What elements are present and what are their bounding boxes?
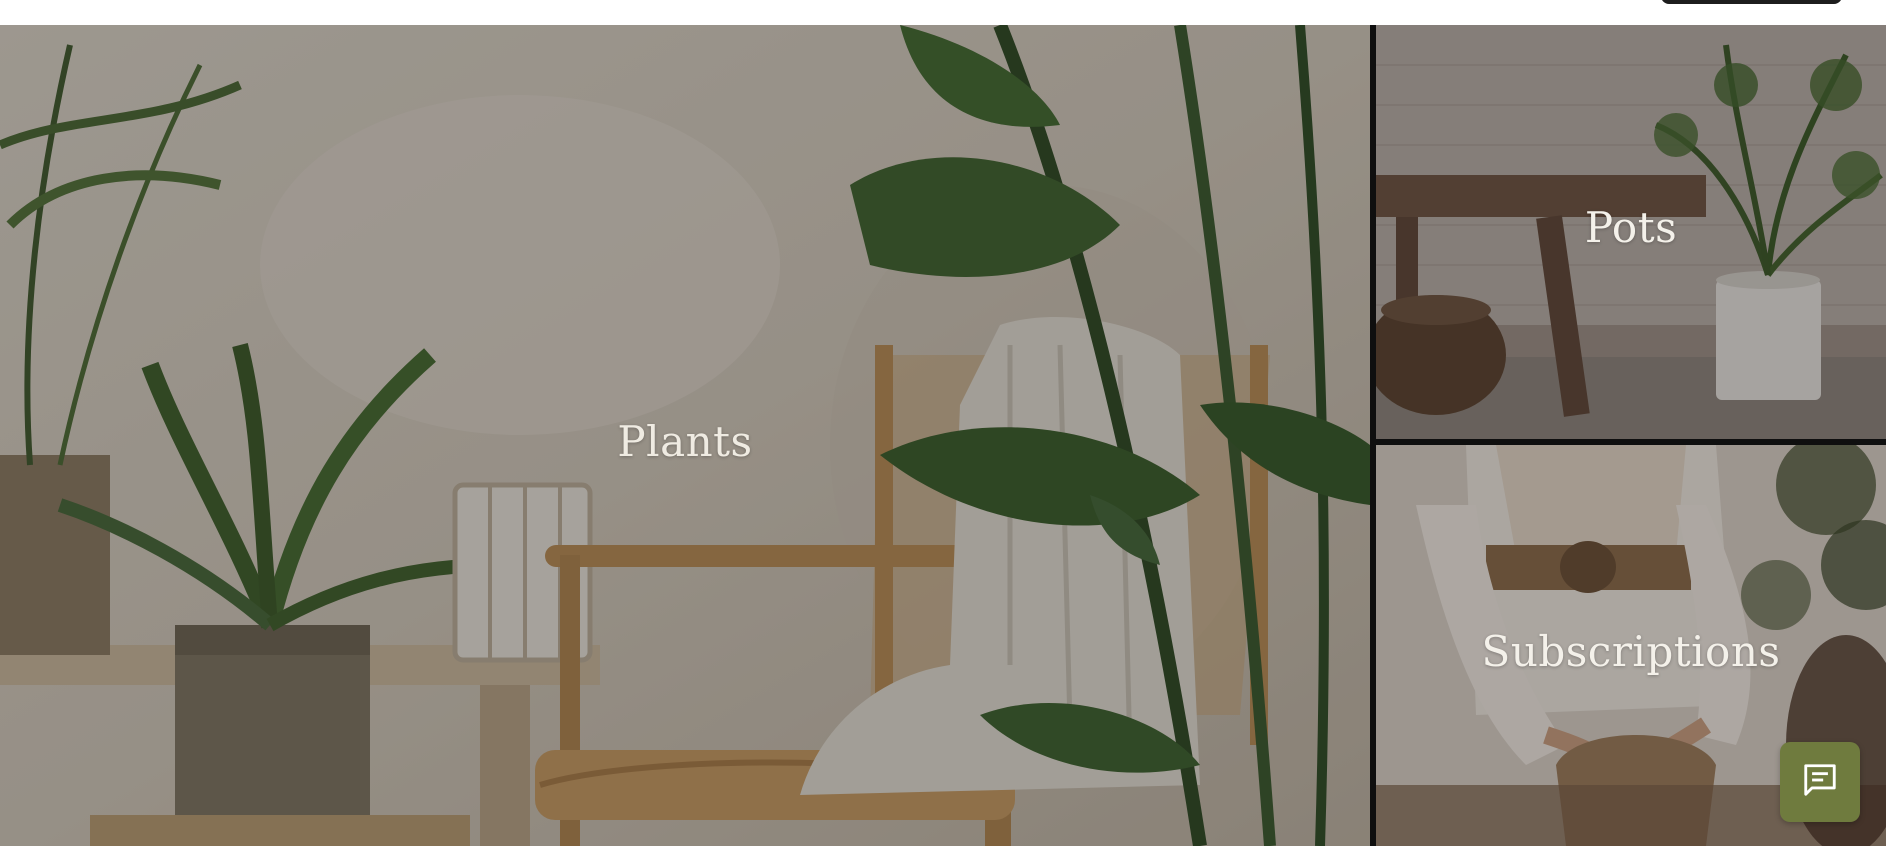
category-tile-pots[interactable]: Pots [1376,25,1886,439]
category-grid: Plants Pots Subscriptions [0,25,1886,846]
header-bar [0,0,1886,25]
pots-label: Pots [1584,203,1678,252]
subscriptions-label: Subscriptions [1481,627,1781,676]
header-cta-button[interactable] [1661,0,1842,4]
chat-icon [1801,761,1839,803]
category-tile-plants[interactable]: Plants [0,25,1370,846]
plants-label: Plants [617,417,753,466]
chat-button[interactable] [1780,742,1860,822]
